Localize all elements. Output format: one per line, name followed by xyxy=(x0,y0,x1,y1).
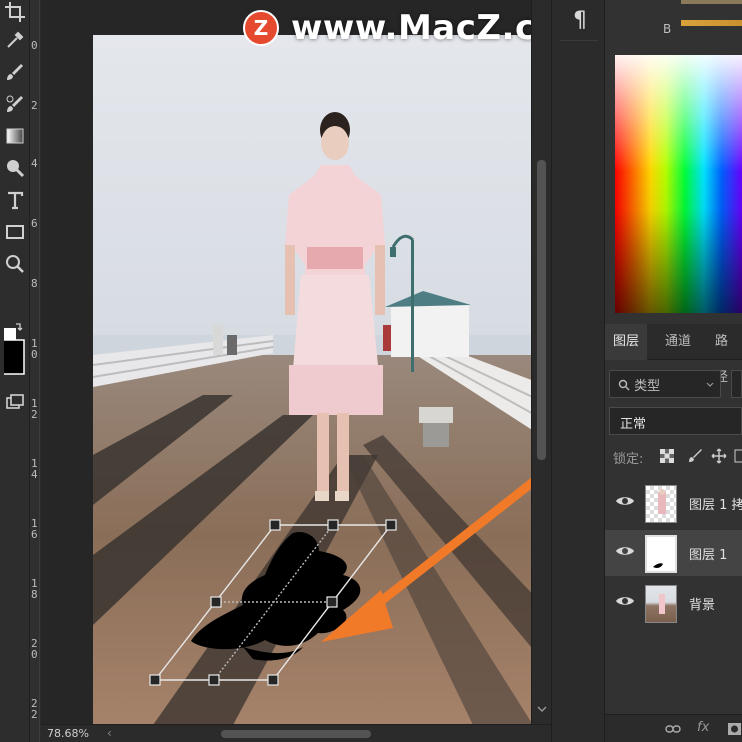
layer-thumbnail xyxy=(645,485,677,523)
vertical-scrollbar[interactable] xyxy=(531,0,551,724)
layer-name: 背景 xyxy=(689,598,716,613)
color-panel: B xyxy=(605,0,742,50)
zoom-tool-icon[interactable] xyxy=(3,252,27,276)
lock-row: 锁定: xyxy=(605,444,742,470)
color-swatches[interactable] xyxy=(4,318,28,376)
ruler-label: 1 2 xyxy=(31,397,38,421)
brush-tool-icon[interactable] xyxy=(3,60,27,84)
ruler-label: 4 xyxy=(31,157,38,170)
layers-footer: fx xyxy=(605,714,742,742)
tab-channels[interactable]: 通道 xyxy=(657,324,699,360)
visibility-eye-icon[interactable] xyxy=(615,594,635,608)
chevron-down-icon xyxy=(706,382,714,387)
photoshop-window: 0 2 4 6 8 1 0 1 2 1 4 1 6 1 8 2 0 2 2 Z … xyxy=(0,0,742,742)
ruler-label: 1 4 xyxy=(31,457,38,481)
layer-thumbnail xyxy=(645,585,677,623)
lock-artboard-icon[interactable] xyxy=(733,448,742,464)
photo-image[interactable] xyxy=(93,35,571,725)
crop-tool-icon[interactable] xyxy=(3,0,27,24)
ruler-label: 2 xyxy=(31,99,38,112)
rectangle-tool-icon[interactable] xyxy=(3,220,27,244)
photo-thumbnail-icon xyxy=(659,594,665,614)
filter-label: 类型 xyxy=(634,379,661,394)
gradient-tool-icon[interactable] xyxy=(3,124,27,148)
ruler-label: 8 xyxy=(31,277,38,290)
tools-panel xyxy=(0,0,30,742)
layer-filter-select[interactable]: 类型 xyxy=(609,370,721,398)
shadow-thumbnail-icon xyxy=(653,563,663,568)
tab-layers[interactable]: 图层 xyxy=(605,324,648,360)
lock-position-move-icon[interactable] xyxy=(711,448,727,464)
ruler-label: 2 2 xyxy=(31,697,38,721)
visibility-eye-icon[interactable] xyxy=(615,544,635,558)
status-bar: 78.68% ‹ xyxy=(41,724,551,742)
fx-icon[interactable]: fx xyxy=(697,720,709,735)
link-layers-icon[interactable] xyxy=(665,722,681,736)
layer-name: 图层 1 xyxy=(689,548,728,563)
search-icon xyxy=(618,379,630,391)
zoom-level[interactable]: 78.68% xyxy=(47,727,89,740)
lock-transparent-icon[interactable] xyxy=(659,448,675,464)
b-channel-label: B xyxy=(663,22,672,36)
filter-image-button[interactable] xyxy=(731,370,742,398)
horizontal-scroll-thumb[interactable] xyxy=(221,730,371,738)
g-slider[interactable] xyxy=(681,0,742,4)
dodge-tool-icon[interactable] xyxy=(3,156,27,180)
ruler-label: 0 xyxy=(31,39,38,52)
right-panels: B 图层 通道 路径 类型 正常 锁定: 图层 1 拷 图层 1 背景 fx xyxy=(605,0,742,742)
ruler-label: 1 8 xyxy=(31,577,38,601)
divider xyxy=(560,40,598,41)
blend-mode-value: 正常 xyxy=(620,417,647,432)
screen-mode-icon[interactable] xyxy=(3,390,27,414)
ruler-label: 2 0 xyxy=(31,637,38,661)
figure-thumbnail-icon xyxy=(658,489,666,514)
macz-logo: Z xyxy=(243,10,279,46)
blend-mode-select[interactable]: 正常 xyxy=(609,407,742,435)
ruler-label: 6 xyxy=(31,217,38,230)
layers-panel-tabs: 图层 通道 路径 xyxy=(605,324,742,385)
layer-row[interactable]: 背景 xyxy=(605,580,742,626)
layer-row[interactable]: 图层 1 拷 xyxy=(605,480,742,526)
scroll-left-icon[interactable]: ‹ xyxy=(107,726,112,740)
paragraph-panel-icon[interactable]: ¶ xyxy=(566,6,594,34)
add-mask-icon[interactable] xyxy=(727,722,742,736)
text-tool-icon[interactable] xyxy=(3,188,27,212)
tab-paths[interactable]: 路径 xyxy=(707,324,742,385)
scroll-down-icon[interactable] xyxy=(537,704,547,714)
b-slider[interactable] xyxy=(681,20,742,26)
history-brush-tool-icon[interactable] xyxy=(3,92,27,116)
vertical-ruler: 0 2 4 6 8 1 0 1 2 1 4 1 6 1 8 2 0 2 2 xyxy=(30,0,40,742)
document-canvas[interactable]: Z www.MacZ.com xyxy=(41,0,595,725)
layer-name: 图层 1 拷 xyxy=(689,498,742,513)
eyedropper-tool-icon[interactable] xyxy=(3,28,27,52)
visibility-eye-icon[interactable] xyxy=(615,494,635,508)
layer-thumbnail xyxy=(645,535,677,573)
ruler-label: 1 0 xyxy=(31,337,38,361)
pier-photo xyxy=(93,35,571,725)
lock-pixels-brush-icon[interactable] xyxy=(687,448,703,464)
vertical-scroll-thumb[interactable] xyxy=(537,160,546,460)
layer-row-selected[interactable]: 图层 1 xyxy=(605,530,742,576)
ruler-label: 1 6 xyxy=(31,517,38,541)
color-spectrum[interactable] xyxy=(615,55,742,313)
lock-label: 锁定: xyxy=(613,452,644,467)
collapsed-panels: ¶ xyxy=(551,0,605,742)
